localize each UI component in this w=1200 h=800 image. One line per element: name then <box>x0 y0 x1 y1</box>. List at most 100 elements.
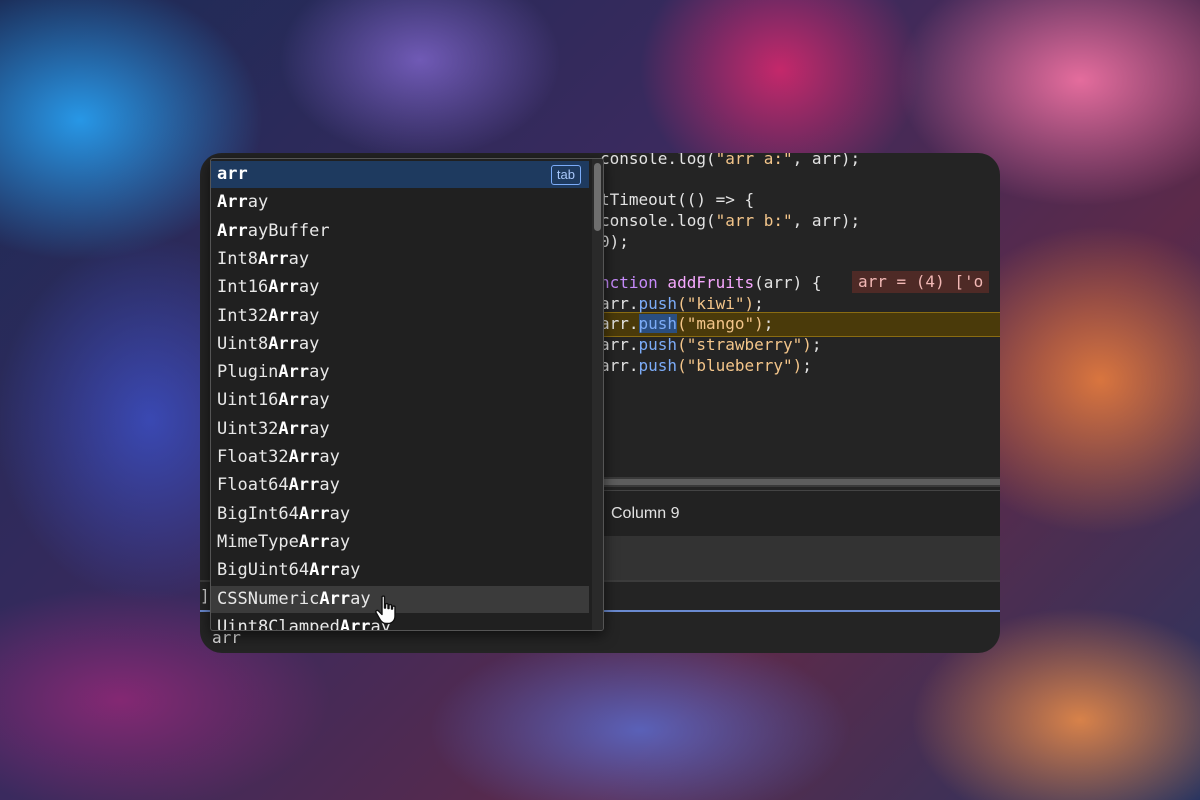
console-output-bracket: ] <box>200 586 210 605</box>
code-token: arr. <box>600 335 639 354</box>
code-string: ("mango") <box>677 314 764 333</box>
item-suffix: ay <box>319 475 340 496</box>
autocomplete-item[interactable]: Uint32Array <box>211 416 589 443</box>
code-token: arr. <box>600 294 639 313</box>
item-suffix: ay <box>298 333 320 354</box>
item-suffix: ay <box>309 390 330 411</box>
item-match: Arr <box>278 362 310 383</box>
code-line-6[interactable]: arr.push("kiwi"); <box>600 293 764 314</box>
autocomplete-scrollbar[interactable] <box>592 159 603 630</box>
item-match: Arr <box>298 503 330 524</box>
item-suffix: ay <box>329 503 351 524</box>
code-method-selected: push <box>638 314 678 333</box>
code-token: , arr); <box>792 153 861 168</box>
autocomplete-item[interactable]: Float32Array <box>211 444 589 471</box>
item-prefix: Uint16 <box>217 390 279 411</box>
item-prefix: Int16 <box>217 277 269 298</box>
code-token: ; <box>811 335 822 354</box>
item-suffix: ayBuffer <box>247 220 330 241</box>
item-suffix: ay <box>298 305 320 326</box>
item-suffix: ay <box>288 248 310 269</box>
code-line-3[interactable]: console.log("arr b:", arr); <box>600 210 860 231</box>
item-match: Arr <box>288 447 320 467</box>
hand-pointer-icon <box>375 595 396 625</box>
scrollbar-thumb[interactable] <box>600 479 1000 485</box>
item-suffix: ay <box>298 277 320 298</box>
autocomplete-item[interactable]: Uint16Array <box>211 387 589 414</box>
code-method: push <box>638 294 678 313</box>
item-match: Arr <box>278 390 310 411</box>
code-token: , arr); <box>792 211 861 230</box>
tab-key-hint: tab <box>550 165 581 185</box>
code-token: tTimeout(() => { <box>600 190 755 209</box>
item-match: Arr <box>268 333 299 354</box>
editor-horizontal-scrollbar[interactable] <box>600 477 1000 487</box>
item-match: Arr <box>298 531 330 552</box>
item-prefix: BigInt64 <box>217 503 299 524</box>
autocomplete-item[interactable]: Float64Array <box>211 472 589 499</box>
code-token: arr. <box>600 356 639 375</box>
autocomplete-item[interactable]: Uint8Array <box>211 331 589 358</box>
autocomplete-item[interactable]: ArrayBuffer <box>211 218 589 245</box>
item-prefix: Uint8 <box>217 333 269 354</box>
item-match: Arr <box>217 192 248 213</box>
autocomplete-item[interactable]: arr tab <box>211 161 589 188</box>
item-match: Arr <box>217 220 248 241</box>
item-prefix: Uint32 <box>217 418 279 439</box>
code-string: ("kiwi") <box>677 294 755 313</box>
code-line-5[interactable]: nction addFruits(arr) { <box>600 272 822 293</box>
autocomplete-item[interactable]: CSSNumericArray <box>211 585 589 613</box>
autocomplete-item[interactable]: Int16Array <box>211 274 589 301</box>
panel-toolbar <box>600 536 1000 580</box>
autocomplete-item[interactable]: MimeTypeArray <box>211 529 589 556</box>
code-line-2[interactable]: tTimeout(() => { <box>600 189 754 210</box>
item-prefix: Uint8Clamped <box>217 616 340 631</box>
item-match: Arr <box>319 588 351 609</box>
item-match: Arr <box>309 560 340 581</box>
autocomplete-item[interactable]: BigInt64Array <box>211 501 589 528</box>
code-line-8[interactable]: arr.push("strawberry"); <box>600 334 822 355</box>
item-suffix: ay <box>350 588 371 609</box>
item-prefix: Float32 <box>217 447 289 467</box>
item-prefix: Int8 <box>217 248 258 269</box>
item-suffix: ay <box>339 560 361 581</box>
item-prefix: Int32 <box>217 305 269 326</box>
autocomplete-item[interactable]: Int8Array <box>211 246 589 273</box>
item-suffix: ay <box>309 362 330 383</box>
code-token: console.log( <box>600 153 716 168</box>
autocomplete-item[interactable]: Int32Array <box>211 303 589 330</box>
item-suffix: ay <box>319 447 340 467</box>
code-line-7[interactable]: arr.push("mango"); <box>600 313 773 334</box>
code-method: push <box>638 335 678 354</box>
item-match: arr <box>217 164 248 184</box>
scrollbar-thumb[interactable] <box>594 163 601 231</box>
autocomplete-popup[interactable]: arr tab Array ArrayBuffer Int8Array Int16Arra… <box>210 158 604 631</box>
item-match: Arr <box>257 248 289 269</box>
code-line-1[interactable]: console.log("arr a:", arr); <box>600 153 860 169</box>
autocomplete-item[interactable]: PluginArray <box>211 359 589 386</box>
item-match: Arr <box>288 475 320 496</box>
item-match: Arr <box>268 277 299 298</box>
item-prefix: Float64 <box>217 475 289 496</box>
code-method: push <box>638 356 678 375</box>
code-token: arr. <box>600 314 639 333</box>
autocomplete-item[interactable]: Array <box>211 189 589 216</box>
item-suffix: ay <box>329 531 351 552</box>
item-match: Arr <box>339 616 371 631</box>
code-token: ; <box>754 294 764 313</box>
code-line-9[interactable]: arr.push("blueberry"); <box>600 355 812 376</box>
item-prefix: BigUint64 <box>217 560 310 581</box>
item-suffix: ay <box>309 418 330 439</box>
code-line-4[interactable]: 0); <box>600 231 629 252</box>
code-function-name: addFruits <box>657 273 755 292</box>
code-token: 0); <box>600 232 629 251</box>
item-match: Arr <box>268 305 299 326</box>
code-string: "arr a:" <box>715 153 793 168</box>
autocomplete-item[interactable]: Uint8ClampedArray <box>211 614 589 631</box>
item-match: Arr <box>278 418 310 439</box>
autocomplete-item[interactable]: BigUint64Array <box>211 557 589 584</box>
cursor-position: Column 9 <box>611 505 680 522</box>
inline-variable-value[interactable]: arr = (4) ['o <box>852 271 990 293</box>
item-prefix: MimeType <box>217 531 299 552</box>
code-token: (arr) { <box>754 273 822 292</box>
